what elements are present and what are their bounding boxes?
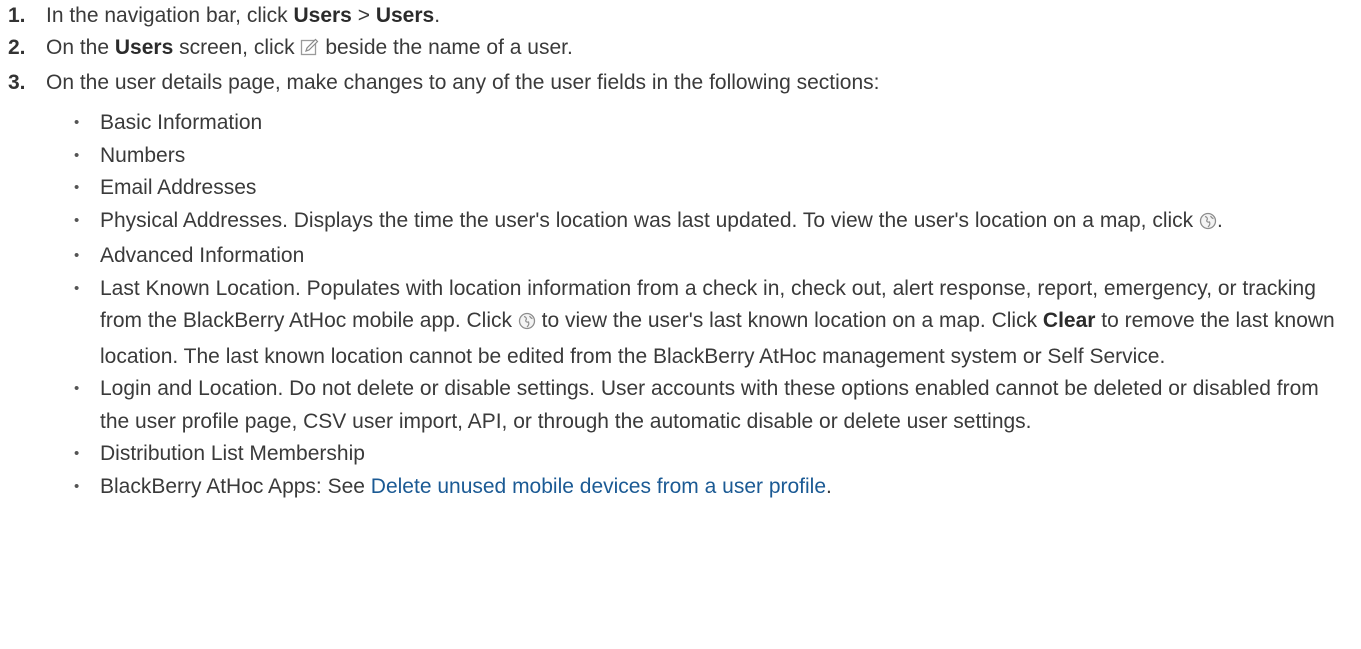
section-text: . xyxy=(826,474,832,498)
section-name: Distribution List Membership xyxy=(100,442,365,465)
list-item: BlackBerry AtHoc Apps: See Delete unused… xyxy=(46,471,1361,504)
edit-icon xyxy=(300,37,319,65)
section-text: . xyxy=(1217,208,1223,232)
document-page: 1. In the navigation bar, click Users > … xyxy=(0,0,1361,503)
section-text: Physical Addresses. Displays the time th… xyxy=(100,208,1200,232)
list-item: Numbers xyxy=(46,140,1361,173)
ui-term-users: Users xyxy=(114,36,174,59)
step-number: 1. xyxy=(8,4,26,27)
step-number: 2. xyxy=(8,36,26,59)
step-text: On the xyxy=(46,36,115,59)
step-text: On the user details page, make changes t… xyxy=(46,71,880,94)
section-text: Login and Location. Do not delete or dis… xyxy=(100,377,1319,433)
globe-icon xyxy=(518,308,536,341)
ui-term-users: Users xyxy=(375,4,435,27)
step-3: 3. On the user details page, make change… xyxy=(0,69,1361,503)
ui-term-clear: Clear xyxy=(1042,309,1096,332)
step-text: beside the name of a user. xyxy=(319,36,573,59)
section-text: to view the user's last known location o… xyxy=(535,309,1043,332)
section-text: BlackBerry AtHoc Apps: See xyxy=(100,474,371,498)
list-item: Last Known Location. Populates with loca… xyxy=(46,273,1361,374)
delete-unused-devices-link[interactable]: Delete unused mobile devices from a user… xyxy=(371,475,826,498)
list-item: Physical Addresses. Displays the time th… xyxy=(46,205,1361,241)
step-number: 3. xyxy=(8,71,26,94)
section-name: Email Addresses xyxy=(100,176,257,199)
section-name: Basic Information xyxy=(100,111,263,134)
step-2: 2. On the Users screen, click beside the… xyxy=(0,34,1361,65)
list-item: Email Addresses xyxy=(46,172,1361,205)
procedure-steps: 1. In the navigation bar, click Users > … xyxy=(0,2,1361,503)
ui-term-users: Users xyxy=(293,4,352,27)
section-name: Advanced Information xyxy=(100,244,305,267)
section-name: Numbers xyxy=(100,143,186,167)
step-text: . xyxy=(434,4,441,27)
step-1: 1. In the navigation bar, click Users > … xyxy=(0,2,1361,30)
globe-icon xyxy=(1199,208,1217,241)
list-item: Distribution List Membership xyxy=(46,438,1361,471)
step-text: In the navigation bar, click xyxy=(46,4,294,27)
step-text: screen, click xyxy=(173,36,301,59)
user-field-sections: Basic Information Numbers Email Addresse… xyxy=(46,107,1361,503)
step-text: > xyxy=(351,4,376,27)
list-item: Login and Location. Do not delete or dis… xyxy=(46,373,1361,438)
list-item: Basic Information xyxy=(46,107,1361,140)
list-item: Advanced Information xyxy=(46,240,1361,273)
